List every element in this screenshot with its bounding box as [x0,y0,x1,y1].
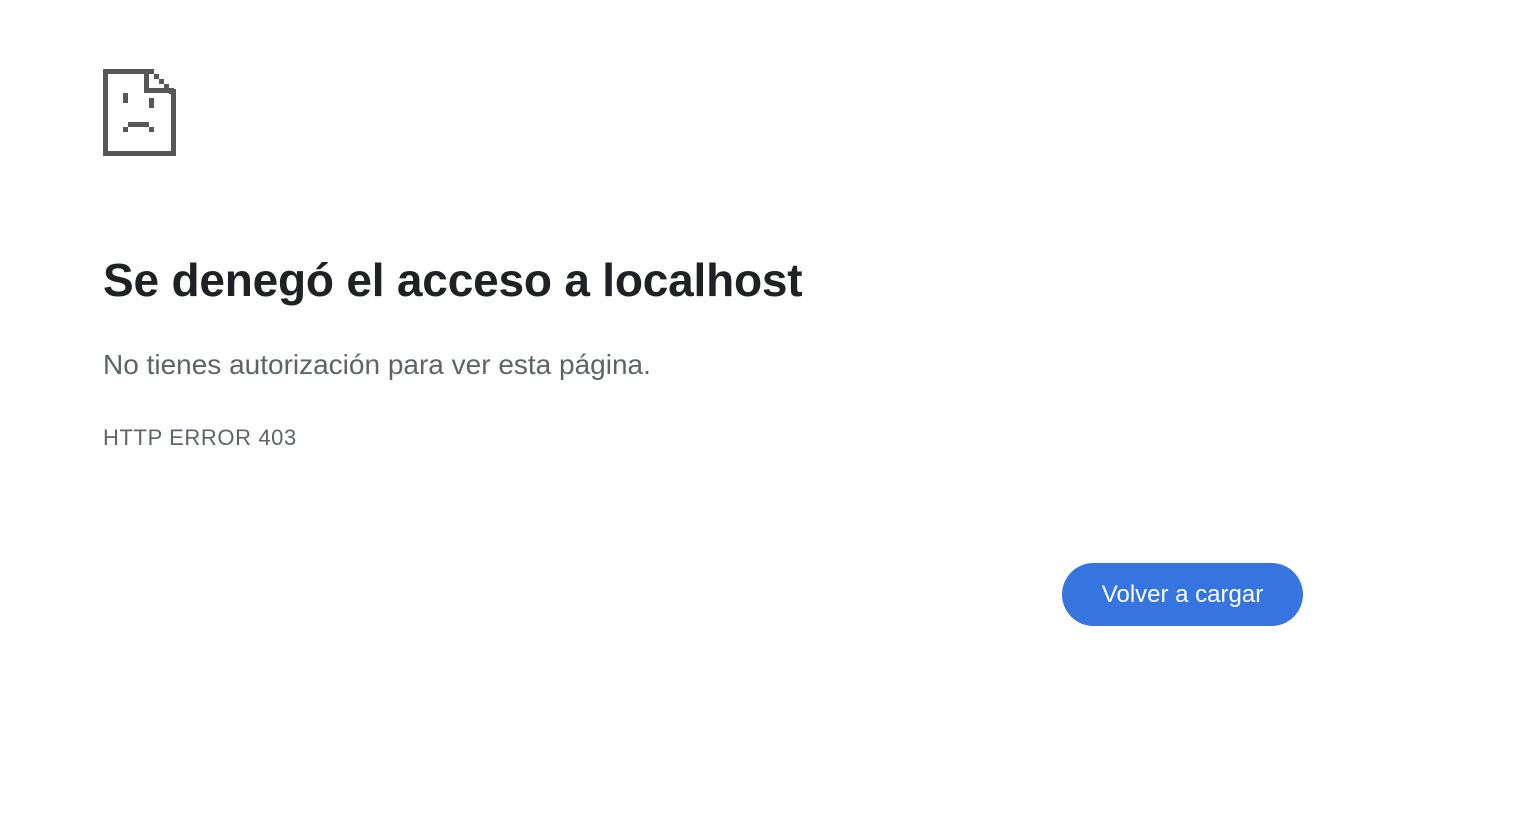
page-title: Se denegó el acceso a localhost [103,254,803,306]
error-description: No tienes autorización para ver esta pág… [103,349,651,380]
sad-document-icon [103,69,176,156]
reload-button[interactable]: Volver a cargar [1062,563,1303,626]
error-code: HTTP ERROR 403 [103,425,297,450]
